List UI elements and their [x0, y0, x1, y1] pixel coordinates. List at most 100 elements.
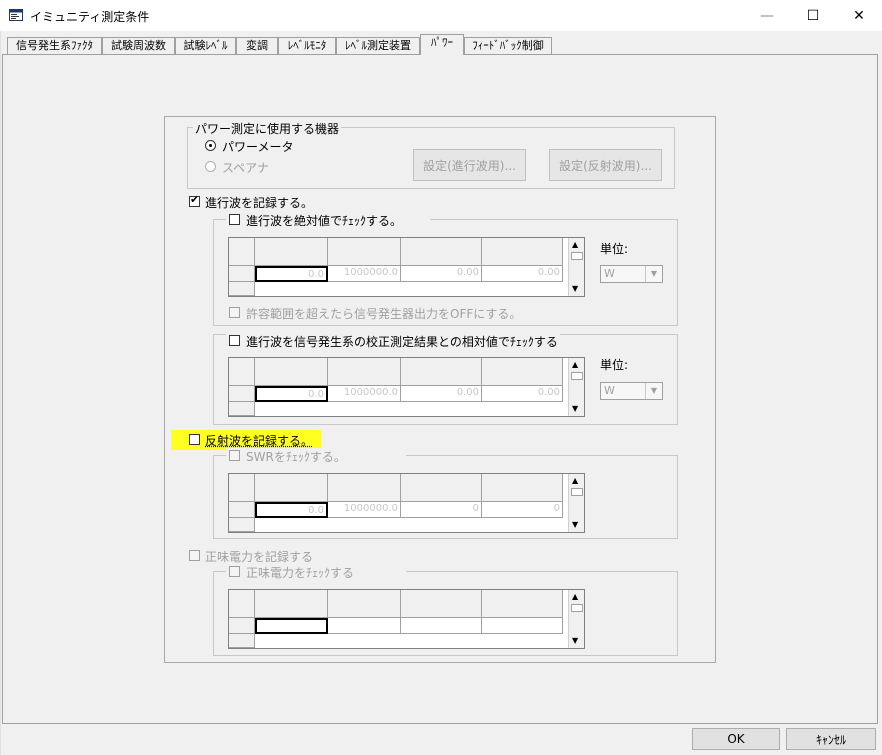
scroll-down-icon[interactable]: ▼ — [572, 404, 578, 413]
reflect-record-label: 反射波を記録する。 — [205, 434, 314, 448]
tab-modulation[interactable]: 変調 — [236, 37, 278, 54]
scroll-thumb[interactable] — [571, 252, 583, 260]
grid-corner — [229, 358, 255, 386]
net-power-check-label: 正味電力をﾁｪｯｸする — [246, 566, 355, 580]
swr-grid[interactable]: 0.0 1000000.0 0 0 ▲ ▼ — [228, 473, 585, 533]
settings-forward-button[interactable]: 設定(進行波用)... — [413, 149, 526, 181]
scroll-up-icon[interactable]: ▲ — [572, 360, 578, 369]
forward-record-label: 進行波を記録する。 — [205, 196, 314, 210]
grid-row-header — [229, 502, 255, 518]
offlimit-checkbox[interactable] — [229, 307, 240, 318]
forward-abs-checkbox[interactable] — [229, 214, 240, 225]
radio-power-meter-label: パワーメータ — [222, 140, 294, 154]
grid-scrollbar[interactable]: ▲ ▼ — [568, 590, 584, 648]
forward-unit-label-2: 単位: — [600, 358, 629, 372]
tab-test-level[interactable]: 試験ﾚﾍﾞﾙ — [175, 37, 236, 54]
grid-header — [255, 590, 328, 618]
grid-cell[interactable]: 0.00 — [401, 386, 482, 402]
grid-cell[interactable]: 0.00 — [482, 266, 563, 282]
settings-reflect-button[interactable]: 設定(反射波用)... — [549, 149, 662, 181]
chevron-down-icon: ▼ — [645, 266, 662, 282]
scroll-thumb[interactable] — [571, 604, 583, 612]
grid-header — [401, 590, 482, 618]
grid-corner — [229, 590, 255, 618]
minimize-button[interactable]: — — [744, 0, 790, 31]
radio-spectrum[interactable] — [205, 161, 216, 172]
scroll-thumb[interactable] — [571, 372, 583, 380]
close-icon: ✕ — [853, 7, 865, 24]
grid-cell[interactable]: 1000000.0 — [328, 266, 401, 282]
scroll-down-icon[interactable]: ▼ — [572, 284, 578, 293]
scroll-down-icon[interactable]: ▼ — [572, 520, 578, 529]
grid-cell[interactable]: 0 — [482, 502, 563, 518]
grid-row-header — [229, 402, 255, 416]
forward-unit-select-2[interactable]: W ▼ — [600, 382, 663, 400]
swr-checkbox[interactable] — [229, 450, 240, 461]
grid-cell[interactable] — [401, 618, 482, 634]
grid-cell[interactable]: 0.0 — [255, 266, 328, 282]
cancel-button[interactable]: ｷｬﾝｾﾙ — [786, 728, 876, 750]
net-power-check-checkbox[interactable] — [229, 566, 240, 577]
forward-unit-label: 単位: — [600, 242, 629, 256]
grid-header — [482, 474, 563, 502]
scroll-up-icon[interactable]: ▲ — [572, 592, 578, 601]
scroll-up-icon[interactable]: ▲ — [572, 476, 578, 485]
close-button[interactable]: ✕ — [836, 0, 882, 31]
grid-scrollbar[interactable]: ▲ ▼ — [568, 358, 584, 416]
grid-cell[interactable]: 1000000.0 — [328, 386, 401, 402]
scroll-down-icon[interactable]: ▼ — [572, 636, 578, 645]
maximize-button[interactable]: ☐ — [790, 0, 836, 31]
title-bar[interactable]: イミュニティ測定条件 — ☐ ✕ — [0, 0, 882, 31]
grid-cell[interactable] — [255, 618, 328, 634]
grid-cell[interactable] — [482, 618, 563, 634]
grid-cell[interactable]: 0 — [401, 502, 482, 518]
grid-cell[interactable]: 0.00 — [482, 386, 563, 402]
radio-power-meter[interactable] — [205, 140, 216, 151]
forward-record-checkbox[interactable]: ✔ — [189, 194, 200, 207]
tab-test-frequency[interactable]: 試験周波数 — [102, 37, 175, 54]
grid-header — [255, 358, 328, 386]
swr-label: SWRをﾁｪｯｸする。 — [246, 450, 346, 464]
tab-power[interactable]: ﾊﾟﾜｰ — [420, 34, 464, 55]
device-group-legend: パワー測定に使用する機器 — [193, 120, 342, 137]
forward-unit-select[interactable]: W ▼ — [600, 265, 663, 283]
tab-signal-factor[interactable]: 信号発生系ﾌｧｸﾀ — [7, 37, 102, 54]
window-title: イミュニティ測定条件 — [30, 10, 150, 24]
grid-header — [328, 238, 401, 266]
forward-rel-grid[interactable]: 0.0 1000000.0 0.00 0.00 ▲ ▼ — [228, 357, 585, 417]
grid-cell[interactable]: 0.00 — [401, 266, 482, 282]
grid-header — [401, 474, 482, 502]
grid-header — [255, 474, 328, 502]
forward-abs-label: 進行波を絶対値でﾁｪｯｸする。 — [246, 214, 403, 228]
forward-unit-value-2: W — [604, 384, 615, 397]
net-power-grid[interactable]: ▲ ▼ — [228, 589, 585, 649]
tab-feedback[interactable]: ﾌｨｰﾄﾞﾊﾞｯｸ制御 — [464, 37, 552, 54]
chevron-down-icon: ▼ — [645, 383, 662, 399]
tab-level-monitor[interactable]: ﾚﾍﾞﾙﾓﾆﾀ — [278, 37, 336, 54]
grid-cell[interactable] — [328, 618, 401, 634]
grid-header — [328, 474, 401, 502]
grid-header — [401, 358, 482, 386]
maximize-icon: ☐ — [806, 7, 820, 24]
grid-header — [482, 358, 563, 386]
grid-row-header — [229, 634, 255, 648]
tab-level-meter[interactable]: ﾚﾍﾞﾙ測定装置 — [336, 37, 420, 54]
reflect-record-checkbox[interactable] — [189, 434, 200, 445]
grid-scrollbar[interactable]: ▲ ▼ — [568, 238, 584, 296]
grid-row-header — [229, 282, 255, 296]
grid-row-header — [229, 386, 255, 402]
tab-strip: 信号発生系ﾌｧｸﾀ 試験周波数 試験ﾚﾍﾞﾙ 変調 ﾚﾍﾞﾙﾓﾆﾀ ﾚﾍﾞﾙ測定… — [0, 31, 882, 55]
scroll-thumb[interactable] — [571, 488, 583, 496]
ok-button[interactable]: OK — [692, 728, 780, 750]
grid-cell[interactable]: 0.0 — [255, 386, 328, 402]
scroll-up-icon[interactable]: ▲ — [572, 240, 578, 249]
grid-cell[interactable]: 1000000.0 — [328, 502, 401, 518]
grid-scrollbar[interactable]: ▲ ▼ — [568, 474, 584, 532]
grid-cell[interactable]: 0.0 — [255, 502, 328, 518]
minimize-icon: — — [760, 7, 774, 24]
forward-abs-grid[interactable]: 0.0 1000000.0 0.00 0.00 ▲ ▼ — [228, 237, 585, 297]
net-power-label: 正味電力を記録する — [205, 550, 314, 564]
forward-rel-checkbox[interactable] — [229, 335, 240, 346]
grid-header — [401, 238, 482, 266]
net-power-checkbox[interactable] — [189, 550, 200, 561]
